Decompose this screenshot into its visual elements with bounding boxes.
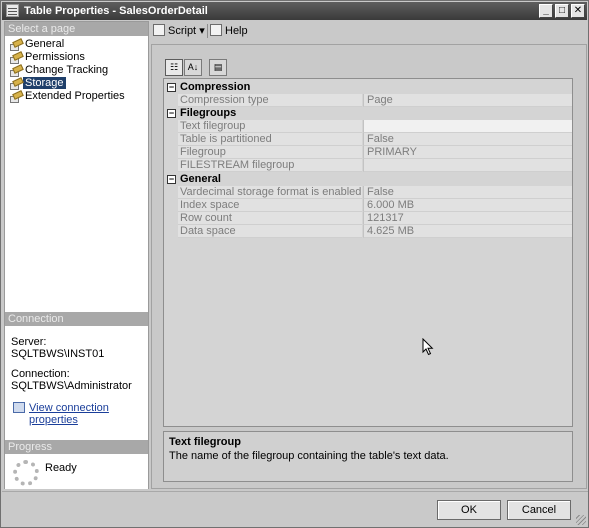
- help-label: Help: [225, 25, 248, 37]
- property-value[interactable]: False: [363, 133, 572, 146]
- property-value[interactable]: [363, 159, 572, 172]
- property-value[interactable]: 121317: [363, 212, 572, 225]
- sidebar-item-label: Extended Properties: [25, 90, 125, 102]
- property-row[interactable]: Index space 6.000 MB: [164, 199, 572, 212]
- table-properties-window: Table Properties - SalesOrderDetail _ □ …: [0, 0, 589, 528]
- connection-progress-area: Connection Server: SQLTBWS\INST01 Connec…: [5, 312, 148, 489]
- progress-header: Progress: [5, 440, 148, 454]
- dialog-footer: OK Cancel: [2, 491, 588, 527]
- property-value[interactable]: 4.625 MB: [363, 225, 572, 238]
- left-panel: Select a page General Permissions Change…: [4, 21, 149, 489]
- sidebar-item-permissions[interactable]: Permissions: [7, 51, 148, 64]
- property-name: Compression type: [178, 94, 362, 107]
- script-label: Script: [168, 25, 197, 37]
- property-value[interactable]: [363, 120, 572, 133]
- close-button[interactable]: ✕: [571, 4, 585, 18]
- collapse-toggle-icon[interactable]: −: [167, 175, 176, 184]
- property-row[interactable]: Row count 121317: [164, 212, 572, 225]
- page-icon: [10, 92, 21, 103]
- connection-value: SQLTBWS\Administrator: [11, 380, 132, 392]
- property-name: FILESTREAM filegroup: [178, 159, 362, 172]
- property-name: Index space: [178, 199, 362, 212]
- property-description-panel: Text filegroup The name of the filegroup…: [163, 431, 573, 482]
- connection-properties-icon: [13, 402, 25, 413]
- select-page-header: Select a page: [5, 22, 148, 36]
- connection-header: Connection: [5, 312, 148, 326]
- page-icon: [10, 53, 21, 64]
- property-grid-toolbar: ☷ A↓ ▤: [165, 59, 235, 77]
- view-connection-properties-link[interactable]: View connection properties: [11, 402, 142, 426]
- property-row[interactable]: Text filegroup: [164, 120, 572, 133]
- title-bar[interactable]: Table Properties - SalesOrderDetail _ □ …: [2, 2, 587, 20]
- chevron-down-icon: ▾: [199, 25, 205, 37]
- property-value[interactable]: PRIMARY: [363, 146, 572, 159]
- property-name: Filegroup: [178, 146, 362, 159]
- sidebar-item-label: General: [25, 38, 65, 50]
- page-icon: [10, 79, 21, 90]
- toolbar-separator: [207, 24, 208, 38]
- resize-grip-icon[interactable]: [576, 515, 586, 525]
- server-label: Server:: [11, 336, 47, 348]
- categorized-view-button[interactable]: ☷: [165, 59, 183, 76]
- property-name: Vardecimal storage format is enabled: [178, 186, 362, 199]
- property-row[interactable]: FILESTREAM filegroup: [164, 159, 572, 172]
- property-value[interactable]: False: [363, 186, 572, 199]
- category-compression[interactable]: − Compression: [164, 81, 572, 94]
- property-name: Table is partitioned: [178, 133, 362, 146]
- mouse-cursor-icon: [422, 338, 434, 356]
- page-icon: [10, 40, 21, 51]
- property-row[interactable]: Vardecimal storage format is enabled Fal…: [164, 186, 572, 199]
- view-connection-properties-label: View connection properties: [29, 402, 109, 426]
- category-filegroups[interactable]: − Filegroups: [164, 107, 572, 120]
- progress-status: Ready: [45, 462, 77, 474]
- collapse-toggle-icon[interactable]: −: [167, 109, 176, 118]
- property-name: Text filegroup: [178, 120, 362, 133]
- property-value[interactable]: Page: [363, 94, 572, 107]
- property-name: Row count: [178, 212, 362, 225]
- script-button[interactable]: Script ▾: [153, 24, 205, 38]
- help-icon: [210, 24, 222, 36]
- description-text: The name of the filegroup containing the…: [169, 450, 449, 462]
- script-icon: [153, 24, 165, 36]
- sidebar-item-label: Change Tracking: [25, 64, 109, 76]
- property-pages-button[interactable]: ▤: [209, 59, 227, 76]
- collapse-toggle-icon[interactable]: −: [167, 83, 176, 92]
- page-list: General Permissions Change Tracking Stor…: [5, 36, 148, 103]
- ok-button[interactable]: OK: [437, 500, 501, 520]
- property-pages-icon: ▤: [213, 62, 223, 72]
- category-label: Filegroups: [180, 107, 237, 119]
- description-title: Text filegroup: [169, 436, 241, 448]
- property-grid: − Compression Compression type Page − Fi…: [163, 78, 573, 427]
- sort-az-icon: A↓: [187, 62, 199, 72]
- sidebar-item-storage[interactable]: Storage: [7, 77, 148, 90]
- property-name: Data space: [178, 225, 362, 238]
- maximize-button[interactable]: □: [555, 4, 569, 18]
- alphabetical-sort-button[interactable]: A↓: [184, 59, 202, 76]
- property-row[interactable]: Compression type Page: [164, 94, 572, 107]
- property-value[interactable]: 6.000 MB: [363, 199, 572, 212]
- property-row[interactable]: Table is partitioned False: [164, 133, 572, 146]
- category-label: General: [180, 173, 221, 185]
- toolbar: Script ▾ Help: [151, 21, 587, 41]
- sidebar-item-label: Permissions: [25, 51, 85, 63]
- category-general[interactable]: − General: [164, 173, 572, 186]
- sidebar-item-extended-properties[interactable]: Extended Properties: [7, 90, 148, 103]
- property-row[interactable]: Data space 4.625 MB: [164, 225, 572, 238]
- property-row[interactable]: Filegroup PRIMARY: [164, 146, 572, 159]
- sidebar-item-label: Storage: [23, 77, 66, 89]
- page-icon: [10, 66, 21, 77]
- connection-info: Server: SQLTBWS\INST01 Connection: SQLTB…: [5, 326, 148, 426]
- categorized-icon: ☷: [169, 62, 179, 72]
- minimize-button[interactable]: _: [539, 4, 553, 18]
- help-button[interactable]: Help: [210, 24, 248, 38]
- category-label: Compression: [180, 81, 251, 93]
- sidebar-item-change-tracking[interactable]: Change Tracking: [7, 64, 148, 77]
- server-value: SQLTBWS\INST01: [11, 348, 105, 360]
- sidebar-item-general[interactable]: General: [7, 38, 148, 51]
- progress-spinner-icon: [13, 460, 39, 486]
- window-icon: [6, 4, 19, 17]
- connection-label: Connection:: [11, 368, 70, 380]
- window-title: Table Properties - SalesOrderDetail: [24, 5, 208, 17]
- cancel-button[interactable]: Cancel: [507, 500, 571, 520]
